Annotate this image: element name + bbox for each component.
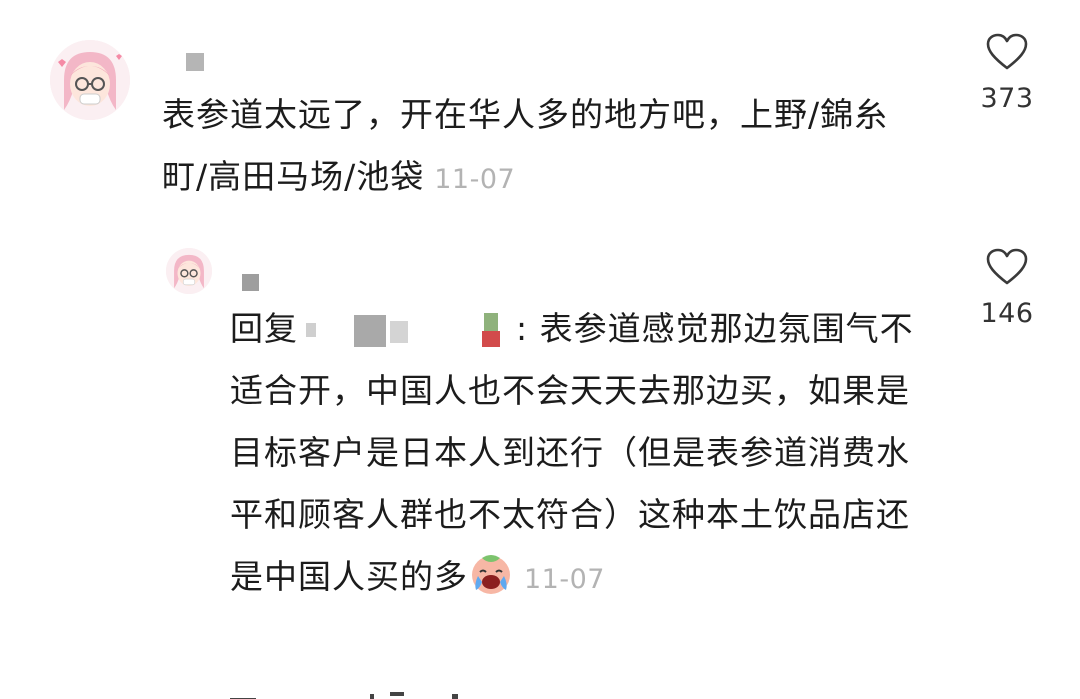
commenter-username-redacted[interactable] [186,53,204,71]
comment-body: 表参道太远了，开在华人多的地方吧，上野/錦糸町/高田马场/池袋 11-07 [162,84,902,211]
comment-like[interactable]: 373 [967,33,1047,114]
heart-outline-icon[interactable] [986,33,1028,71]
reply-like[interactable]: 146 [967,248,1047,329]
reply-mention-redacted[interactable] [302,312,512,349]
next-comment-partial [230,692,458,699]
comment-thread: 表参道太远了，开在华人多的地方吧，上野/錦糸町/高田马场/池袋 11-07 373… [0,0,1080,699]
commenter-avatar[interactable] [50,40,130,120]
reply-prefix: 回复 [230,309,298,348]
comment-like-count: 373 [980,83,1034,114]
crying-face-emoji-icon [472,555,510,594]
replier-avatar[interactable] [166,248,212,294]
reply-date: 11-07 [524,564,605,595]
reply-body: 回复: 表参道感觉那边氛围气不适合开，中国人也不会天天去那边买，如果是目标客户是… [230,298,920,611]
anime-girl-avatar-icon [166,248,212,294]
replier-username-redacted[interactable] [242,274,259,291]
comment-text: 表参道太远了，开在华人多的地方吧，上野/錦糸町/高田马场/池袋 [162,95,889,196]
comment-date: 11-07 [434,164,516,195]
reply-text: : 表参道感觉那边氛围气不适合开，中国人也不会天天去那边买，如果是目标客户是日本… [230,309,914,596]
anime-girl-avatar-icon [50,40,130,120]
reply-like-count: 146 [980,298,1034,329]
heart-outline-icon[interactable] [986,248,1028,286]
